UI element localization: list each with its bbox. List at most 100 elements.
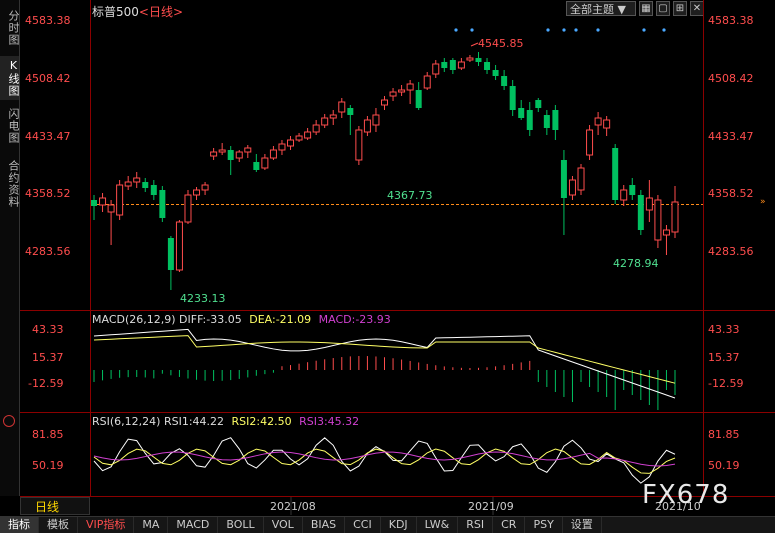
- candle-body: [278, 143, 286, 151]
- mid-annotation: 4367.73: [387, 189, 433, 202]
- price-tick-left-4: 4358.52: [25, 187, 71, 200]
- event-dot: [662, 28, 666, 32]
- tab-psy[interactable]: PSY: [525, 517, 563, 533]
- tab-indicators[interactable]: 指标: [0, 517, 39, 533]
- indicator-tab-bar: 指标 模板 VIP指标 MA MACD BOLL VOL BIAS CCI KD…: [0, 516, 775, 533]
- event-dot: [470, 28, 474, 32]
- candle-body: [99, 197, 107, 206]
- candle-body: [329, 114, 337, 119]
- candlestick-series: [91, 52, 679, 290]
- candle-body: [347, 108, 354, 115]
- candle-body: [457, 61, 465, 69]
- rsi-tick-right-2: 50.19: [708, 459, 740, 472]
- price-tick-left-1: 4583.38: [25, 14, 71, 27]
- candle-body: [535, 100, 542, 108]
- price-tick-right-1: 4583.38: [708, 14, 754, 27]
- rsi-tick-left-2: 50.19: [32, 459, 64, 472]
- candle-body: [423, 75, 431, 89]
- macd-tick-right-1: 43.33: [708, 323, 740, 336]
- candle-body: [193, 189, 201, 196]
- candle-body: [355, 129, 363, 161]
- candle-body: [441, 62, 448, 68]
- tab-settings[interactable]: 设置: [563, 517, 602, 533]
- chart-canvas: 4583.38 4508.42 4433.47 4358.52 4283.56 …: [20, 0, 775, 515]
- event-dot: [574, 28, 578, 32]
- tab-vol[interactable]: VOL: [264, 517, 303, 533]
- rsi-tick-right-1: 81.85: [708, 428, 740, 441]
- low-annotation: 4233.13: [180, 292, 226, 305]
- tab-templates[interactable]: 模板: [39, 517, 78, 533]
- candle-body: [304, 131, 312, 139]
- candle-body: [577, 167, 585, 191]
- rsi3-value: RSI3:45.32: [299, 415, 360, 428]
- candle-body: [501, 76, 508, 86]
- candle-body: [175, 221, 183, 271]
- candle-body: [654, 199, 662, 241]
- price-tick-right-4: 4358.52: [708, 187, 754, 200]
- price-tick-right-3: 4433.47: [708, 130, 754, 143]
- candle-body: [415, 90, 422, 108]
- candle-body: [227, 150, 234, 160]
- candle-body: [107, 204, 115, 213]
- macd-tick-left-3: -12.59: [28, 377, 63, 390]
- tab-rsi[interactable]: RSI: [458, 517, 494, 533]
- candle-body: [338, 101, 346, 113]
- event-dot: [642, 28, 646, 32]
- tab-ma[interactable]: MA: [134, 517, 169, 533]
- candle-body: [210, 151, 218, 157]
- candle-body: [560, 160, 567, 198]
- candle-body: [612, 148, 619, 200]
- candle-body: [159, 190, 166, 218]
- candle-body: [594, 117, 602, 126]
- candle-body: [321, 117, 329, 126]
- rsi1-line: [93, 437, 676, 484]
- candle-body: [133, 177, 141, 183]
- candle-body: [475, 58, 482, 62]
- high-annotation: 4545.85: [478, 37, 524, 50]
- candle-body: [449, 60, 456, 70]
- macd-diff-value: DIFF:-33.05: [179, 313, 242, 326]
- tab-cci[interactable]: CCI: [345, 517, 381, 533]
- candle-body: [484, 62, 491, 70]
- candle-body: [406, 83, 414, 91]
- candle-body: [269, 149, 277, 159]
- tab-lw[interactable]: LW&: [417, 517, 459, 533]
- tab-vip-indicators[interactable]: VIP指标: [78, 517, 135, 533]
- candle-body: [124, 181, 132, 187]
- rsi-tick-left-1: 81.85: [32, 428, 64, 441]
- candle-body: [295, 135, 303, 141]
- recent-low-annotation: 4278.94: [613, 257, 659, 270]
- candle-body: [552, 110, 559, 130]
- candle-body: [372, 114, 380, 126]
- rsi2-value: RSI2:42.50: [231, 415, 292, 428]
- watermark-logo: FX678: [642, 480, 730, 510]
- candle-body: [518, 108, 525, 118]
- candle-body: [287, 139, 295, 147]
- candle-body: [167, 238, 174, 270]
- period-selector[interactable]: 日线: [20, 497, 90, 515]
- tab-cr[interactable]: CR: [493, 517, 526, 533]
- tab-bias[interactable]: BIAS: [303, 517, 346, 533]
- candle-body: [91, 200, 97, 206]
- time-label-sep: 2021/09: [468, 500, 514, 513]
- candle-body: [201, 184, 209, 191]
- candle-body: [586, 129, 594, 156]
- candle-body: [662, 229, 670, 236]
- event-dot: [596, 28, 600, 32]
- tab-boll[interactable]: BOLL: [218, 517, 264, 533]
- tab-kdj[interactable]: KDJ: [381, 517, 417, 533]
- macd-dea-value: DEA:-21.09: [249, 313, 312, 326]
- candle-body: [645, 197, 653, 211]
- candle-body: [312, 124, 320, 133]
- candle-body: [184, 194, 192, 223]
- macd-tick-right-2: 15.37: [708, 351, 740, 364]
- candle-body: [492, 70, 499, 76]
- candle-body: [150, 185, 157, 195]
- candle-body: [398, 89, 406, 93]
- macd-macd-value: MACD:-23.93: [318, 313, 391, 326]
- rsi-params: RSI(6,12,24): [92, 415, 161, 428]
- tab-macd[interactable]: MACD: [168, 517, 219, 533]
- macd-legend: MACD(26,12,9) DIFF:-33.05 DEA:-21.09 MAC…: [92, 313, 391, 326]
- candle-body: [466, 57, 474, 61]
- event-dot: [546, 28, 550, 32]
